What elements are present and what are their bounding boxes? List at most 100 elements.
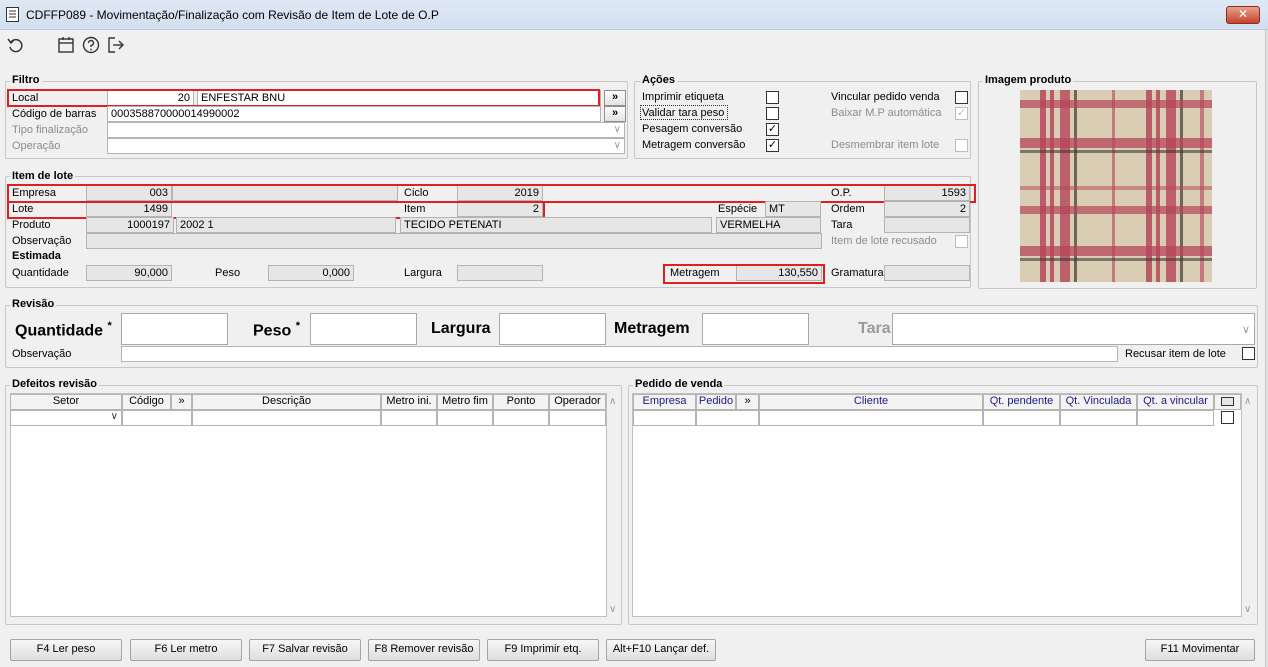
pedido-col-empresa[interactable]: Empresa [633, 394, 696, 410]
defeitos-metro-fim-cell[interactable] [437, 410, 493, 426]
defeitos-col-metro-ini[interactable]: Metro ini. [381, 394, 437, 410]
pedido-title: Pedido de venda [633, 378, 725, 390]
defeitos-setor-select[interactable]: ∨ [10, 410, 122, 426]
defeitos-scroll-up-icon[interactable]: ∧ [609, 396, 616, 407]
calendar-icon[interactable] [56, 35, 76, 55]
especie-label: Espécie [718, 203, 758, 215]
pedido-col-qt-pendente[interactable]: Qt. pendente [983, 394, 1060, 410]
item-recusado-label: Item de lote recusado [831, 235, 937, 247]
estimada-title: Estimada [10, 250, 63, 262]
pedido-col-expand[interactable]: » [736, 394, 759, 410]
estimada-largura-label: Largura [404, 267, 442, 279]
pedido-pedido-cell[interactable] [696, 410, 759, 426]
revisao-largura-input[interactable] [499, 313, 606, 345]
pedido-grid[interactable] [632, 393, 1242, 617]
f8-remover-revisao-button[interactable]: F8 Remover revisão [368, 639, 480, 661]
ordem-label: Ordem [831, 203, 865, 215]
baixar-mp-automatica-checkbox: ✓ [955, 107, 968, 120]
f11-movimentar-button[interactable]: F11 Movimentar [1145, 639, 1255, 661]
produto-label: Produto [12, 219, 51, 231]
filtro-title: Filtro [10, 74, 42, 86]
vincular-pedido-venda-label: Vincular pedido venda [831, 91, 940, 103]
defeitos-operador-cell[interactable] [549, 410, 606, 426]
highlight-metragem [663, 264, 825, 284]
pedido-row-checkbox[interactable] [1221, 411, 1234, 424]
desmembrar-item-lote-label: Desmembrar item lote [831, 139, 940, 151]
pedido-scroll-down-icon[interactable]: ∨ [1244, 604, 1251, 615]
estimada-peso-label: Peso [215, 267, 241, 279]
pedido-col-qt-vinculada[interactable]: Qt. Vinculada [1060, 394, 1137, 410]
defeitos-col-codigo[interactable]: Código [122, 394, 171, 410]
defeitos-col-ponto[interactable]: Ponto [493, 394, 549, 410]
revisao-metragem-input[interactable] [702, 313, 809, 345]
pedido-scroll-up-icon[interactable]: ∧ [1244, 396, 1251, 407]
pesagem-conversao-label: Pesagem conversão [642, 123, 743, 135]
focus-outline [640, 105, 728, 120]
codigo-barras-field[interactable]: 000358870000014990002 [107, 106, 601, 122]
revisao-quantidade-input[interactable] [121, 313, 228, 345]
revisao-metragem-label: Metragem [614, 320, 690, 337]
revisao-observacao-input[interactable] [121, 346, 1118, 362]
f4-ler-peso-button[interactable]: F4 Ler peso [10, 639, 122, 661]
estimada-quantidade-label: Quantidade [12, 267, 69, 279]
alt-f10-lancar-def-button[interactable]: Alt+F10 Lançar def. [606, 639, 716, 661]
revisao-title: Revisão [10, 298, 57, 310]
f6-ler-metro-button[interactable]: F6 Ler metro [130, 639, 242, 661]
revisao-tara-select[interactable]: ∨ [892, 313, 1255, 345]
revisao-peso-input[interactable] [310, 313, 417, 345]
defeitos-scroll-down-icon[interactable]: ∨ [609, 604, 616, 615]
defeitos-col-metro-fim[interactable]: Metro fim [437, 394, 493, 410]
revisao-tara-label: Tara [858, 320, 891, 337]
acoes-title: Ações [640, 74, 678, 86]
defeitos-col-descricao[interactable]: Descrição [192, 394, 381, 410]
exit-icon[interactable] [106, 35, 126, 55]
observacao-label: Observação [12, 235, 72, 247]
close-button[interactable]: ✕ [1226, 6, 1260, 24]
highlight-local [7, 89, 600, 107]
validar-tara-peso-checkbox[interactable] [766, 107, 779, 120]
defeitos-metro-ini-cell[interactable] [381, 410, 437, 426]
pedido-col-select-all[interactable] [1214, 394, 1241, 410]
refresh-icon[interactable] [6, 35, 26, 55]
pedido-empresa-cell[interactable] [633, 410, 696, 426]
tipo-finalizacao-select[interactable] [107, 122, 625, 138]
codigo-barras-search-button[interactable]: » [604, 106, 626, 122]
pedido-qt-a-vincular-cell[interactable] [1137, 410, 1214, 426]
defeitos-col-setor[interactable]: Setor [10, 394, 122, 410]
defeitos-title: Defeitos revisão [10, 378, 99, 390]
metragem-conversao-checkbox[interactable]: ✓ [766, 139, 779, 152]
defeitos-ponto-cell[interactable] [493, 410, 549, 426]
imagem-produto-title: Imagem produto [983, 74, 1074, 86]
estimada-gramatura-field [884, 265, 970, 281]
ordem-field: 2 [884, 201, 970, 217]
toolbar [0, 30, 1268, 60]
operacao-select[interactable] [107, 138, 625, 154]
revisao-observacao-label: Observação [12, 348, 72, 360]
pedido-qt-pendente-cell[interactable] [983, 410, 1060, 426]
defeitos-col-expand[interactable]: » [171, 394, 192, 410]
pesagem-conversao-checkbox[interactable]: ✓ [766, 123, 779, 136]
f7-salvar-revisao-button[interactable]: F7 Salvar revisão [249, 639, 361, 661]
f9-imprimir-etq-button[interactable]: F9 Imprimir etq. [487, 639, 599, 661]
pedido-col-pedido[interactable]: Pedido [696, 394, 736, 410]
pedido-col-cliente[interactable]: Cliente [759, 394, 983, 410]
defeitos-grid[interactable] [10, 393, 607, 617]
help-icon[interactable] [81, 35, 101, 55]
local-search-button[interactable]: » [604, 90, 626, 106]
vincular-pedido-venda-checkbox[interactable] [955, 91, 968, 104]
pedido-col-qt-a-vincular[interactable]: Qt. a vincular [1137, 394, 1214, 410]
defeitos-descricao-cell[interactable] [192, 410, 381, 426]
estimada-quantidade-field: 90,000 [86, 265, 172, 281]
observacao-field [86, 233, 822, 249]
defeitos-codigo-cell[interactable] [122, 410, 192, 426]
revisao-peso-label: Peso * [253, 320, 300, 340]
estimada-gramatura-label: Gramatura [831, 267, 884, 279]
especie-field: MT [765, 201, 821, 217]
tipo-finalizacao-label: Tipo finalização [12, 124, 89, 136]
tara-label: Tara [831, 219, 853, 231]
imprimir-etiqueta-checkbox[interactable] [766, 91, 779, 104]
pedido-qt-vinculada-cell[interactable] [1060, 410, 1137, 426]
pedido-cliente-cell[interactable] [759, 410, 983, 426]
defeitos-col-operador[interactable]: Operador [549, 394, 606, 410]
recusar-item-checkbox[interactable] [1242, 347, 1255, 360]
